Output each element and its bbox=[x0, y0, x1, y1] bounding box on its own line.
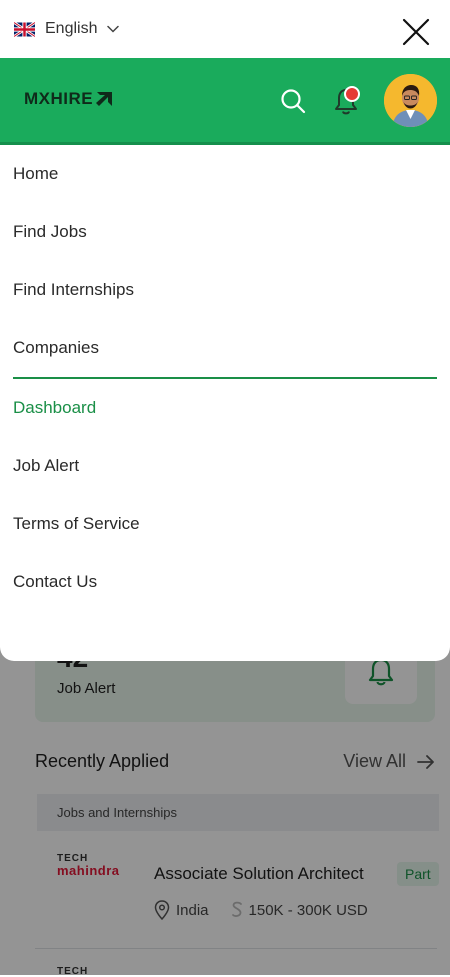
nav-item-companies[interactable]: Companies bbox=[0, 319, 450, 377]
brand-logo[interactable]: MXHIRE bbox=[24, 89, 113, 109]
user-avatar-icon bbox=[384, 74, 437, 127]
close-icon[interactable] bbox=[400, 16, 432, 48]
nav-item-job-alert[interactable]: Job Alert bbox=[0, 437, 450, 495]
nav-item-home[interactable]: Home bbox=[0, 145, 450, 203]
nav-item-contact-us[interactable]: Contact Us bbox=[0, 553, 450, 611]
language-bar: English bbox=[0, 0, 450, 58]
brand-arrow-icon bbox=[96, 92, 113, 106]
app-header: MXHIRE bbox=[0, 58, 450, 145]
nav-item-find-internships[interactable]: Find Internships bbox=[0, 261, 450, 319]
search-icon[interactable] bbox=[280, 88, 306, 114]
uk-flag-icon bbox=[14, 21, 35, 37]
language-label: English bbox=[45, 20, 98, 37]
nav-item-dashboard[interactable]: Dashboard bbox=[0, 379, 450, 437]
main-navigation: Home Find Jobs Find Internships Companie… bbox=[0, 145, 450, 611]
nav-item-terms-of-service[interactable]: Terms of Service bbox=[0, 495, 450, 553]
notification-dot bbox=[344, 86, 360, 102]
avatar[interactable] bbox=[384, 74, 437, 127]
navigation-drawer: English MXHIRE Home Find Jobs Find Inter… bbox=[0, 0, 450, 661]
brand-name: MXHIRE bbox=[24, 89, 94, 108]
nav-item-find-jobs[interactable]: Find Jobs bbox=[0, 203, 450, 261]
language-selector[interactable]: English bbox=[14, 20, 120, 38]
chevron-down-icon bbox=[107, 25, 120, 33]
